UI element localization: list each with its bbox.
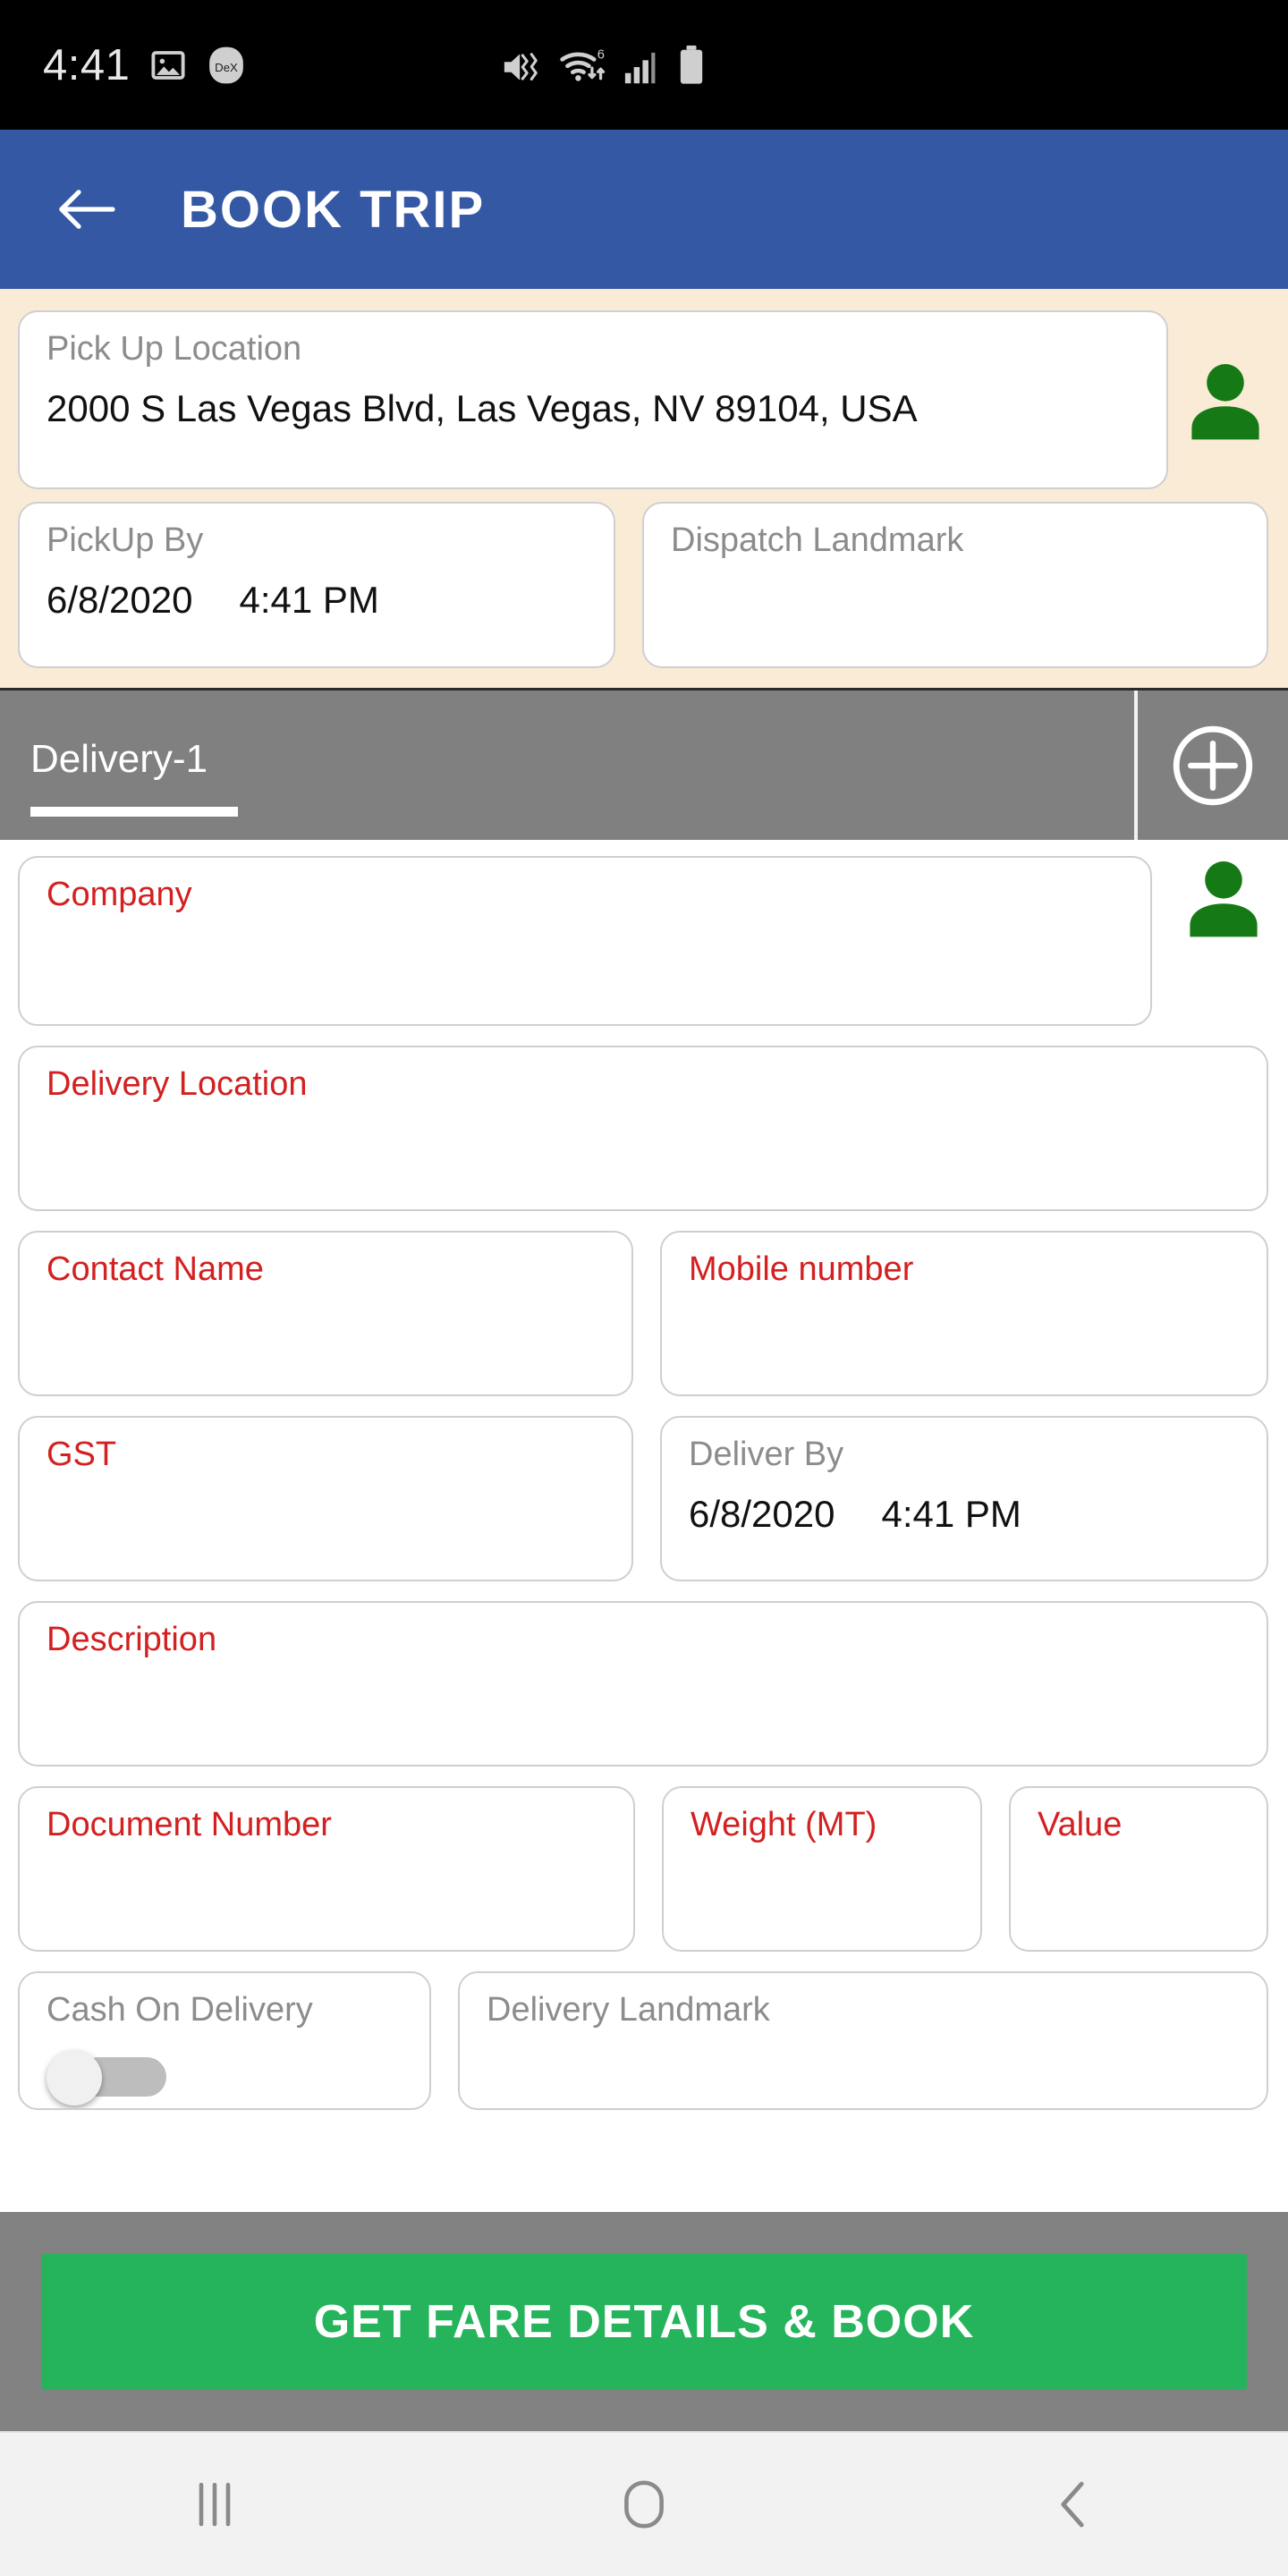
deliver-by-time: 4:41 PM	[881, 1492, 1021, 1535]
contact-name-field[interactable]: Contact Name	[18, 1231, 633, 1396]
photo-icon	[151, 50, 185, 80]
cash-on-delivery-toggle[interactable]	[47, 2049, 166, 2106]
delivery-tab-bar: Delivery-1	[0, 688, 1288, 840]
pickup-section: Pick Up Location 2000 S Las Vegas Blvd, …	[0, 289, 1288, 688]
cash-on-delivery-label: Cash On Delivery	[47, 1991, 313, 2029]
tab-active-indicator	[30, 807, 238, 817]
pickup-contact-picker-button[interactable]	[1181, 359, 1270, 441]
person-icon	[1190, 861, 1258, 937]
app-screen: 4:41 DeX 6 BOOK TRIP Pick Up Location 20…	[0, 0, 1288, 2576]
page-title: BOOK TRIP	[181, 180, 486, 239]
back-button[interactable]	[55, 178, 118, 241]
cod-landmark-row: Cash On Delivery Delivery Landmark	[18, 1971, 1268, 2110]
toggle-knob	[47, 2049, 102, 2106]
pickup-by-time: 4:41 PM	[239, 578, 379, 621]
android-nav-bar	[0, 2431, 1288, 2576]
pickup-by-date: 6/8/2020	[47, 578, 193, 621]
wifi-6-icon: 6	[560, 47, 606, 81]
back-chevron-icon	[1061, 2481, 1084, 2528]
back-arrow-icon	[59, 190, 115, 229]
delivery-location-row: Delivery Location	[18, 1046, 1268, 1211]
pickup-by-label: PickUp By	[47, 521, 204, 559]
home-icon	[624, 2480, 664, 2529]
battery-icon	[680, 45, 703, 84]
delivery-form: Company Delivery Location Contact Name M…	[0, 840, 1288, 2212]
delivery-landmark-label: Delivery Landmark	[487, 1991, 770, 2029]
svg-text:6: 6	[597, 47, 605, 62]
add-delivery-button[interactable]	[1138, 691, 1288, 840]
app-bar: BOOK TRIP	[0, 130, 1288, 289]
gst-deliverby-row: GST Deliver By 6/8/2020 4:41 PM	[18, 1416, 1268, 1581]
status-bar-clock: 4:41	[43, 40, 131, 89]
gst-field[interactable]: GST	[18, 1416, 633, 1581]
cash-on-delivery-field: Cash On Delivery	[18, 1971, 431, 2110]
delivery-location-label: Delivery Location	[47, 1065, 308, 1103]
description-row: Description	[18, 1601, 1268, 1767]
mobile-number-label: Mobile number	[689, 1250, 914, 1288]
status-bar-right: 6	[501, 44, 1252, 87]
pickup-location-value: 2000 S Las Vegas Blvd, Las Vegas, NV 891…	[47, 386, 918, 429]
pickup-by-value: 6/8/2020 4:41 PM	[47, 579, 590, 622]
status-bar: 4:41 DeX 6	[0, 0, 1288, 130]
value-field[interactable]: Value	[1009, 1786, 1268, 1952]
nav-recents-button[interactable]	[134, 2455, 295, 2554]
deliver-by-label: Deliver By	[689, 1436, 844, 1473]
mobile-number-field[interactable]: Mobile number	[660, 1231, 1268, 1396]
status-bar-left: 4:41 DeX	[43, 40, 246, 90]
svg-text:DeX: DeX	[216, 60, 239, 73]
dispatch-landmark-field[interactable]: Dispatch Landmark	[642, 502, 1268, 668]
tab-delivery-1-label: Delivery-1	[30, 737, 208, 781]
delivery-location-field[interactable]: Delivery Location	[18, 1046, 1268, 1211]
nav-home-button[interactable]	[564, 2455, 724, 2554]
plus-circle-icon	[1173, 725, 1253, 805]
delivery-landmark-field[interactable]: Delivery Landmark	[458, 1971, 1268, 2110]
footer-bar: GET FARE DETAILS & BOOK	[0, 2212, 1288, 2431]
person-icon	[1191, 364, 1259, 440]
contact-row: Contact Name Mobile number	[18, 1231, 1268, 1396]
dispatch-landmark-label: Dispatch Landmark	[671, 521, 964, 559]
deliver-by-value: 6/8/2020 4:41 PM	[689, 1493, 1243, 1536]
pickup-location-row: Pick Up Location 2000 S Las Vegas Blvd, …	[0, 310, 1288, 489]
contact-name-label: Contact Name	[47, 1250, 264, 1288]
pickup-meta-row: PickUp By 6/8/2020 4:41 PM Dispatch Landm…	[0, 502, 1288, 668]
tab-delivery-1[interactable]: Delivery-1	[0, 691, 1134, 840]
deliver-by-date: 6/8/2020	[689, 1492, 835, 1535]
description-label: Description	[47, 1621, 217, 1658]
company-label: Company	[47, 876, 192, 913]
weight-field[interactable]: Weight (MT)	[662, 1786, 982, 1952]
value-label: Value	[1038, 1806, 1123, 1843]
pickup-by-field[interactable]: PickUp By 6/8/2020 4:41 PM	[18, 502, 615, 668]
document-row: Document Number Weight (MT) Value	[18, 1786, 1268, 1952]
description-field[interactable]: Description	[18, 1601, 1268, 1767]
gst-label: GST	[47, 1436, 117, 1473]
pickup-location-field[interactable]: Pick Up Location 2000 S Las Vegas Blvd, …	[18, 310, 1168, 489]
signal-bars-icon	[624, 52, 656, 83]
dex-badge-icon: DeX	[209, 47, 244, 83]
deliver-by-field[interactable]: Deliver By 6/8/2020 4:41 PM	[660, 1416, 1268, 1581]
nav-back-button[interactable]	[993, 2455, 1154, 2554]
pickup-location-label: Pick Up Location	[47, 330, 302, 368]
document-number-field[interactable]: Document Number	[18, 1786, 635, 1952]
document-number-label: Document Number	[47, 1806, 332, 1843]
recents-icon	[199, 2482, 231, 2527]
company-row: Company	[18, 856, 1268, 1026]
delivery-contact-picker-button[interactable]	[1179, 856, 1268, 938]
mute-vibrate-icon	[504, 52, 538, 80]
weight-label: Weight (MT)	[691, 1806, 877, 1843]
get-fare-details-and-book-button[interactable]: GET FARE DETAILS & BOOK	[41, 2253, 1247, 2390]
company-field[interactable]: Company	[18, 856, 1152, 1026]
